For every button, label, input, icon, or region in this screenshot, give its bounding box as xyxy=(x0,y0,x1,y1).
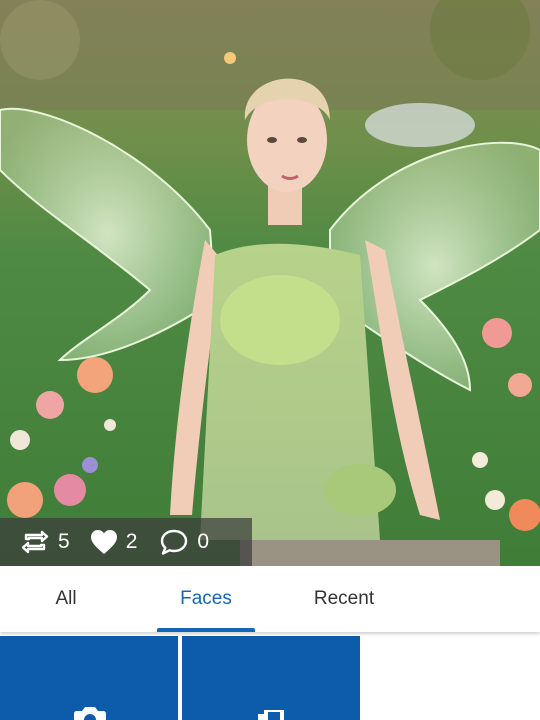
likes-stat[interactable]: 2 xyxy=(90,529,138,555)
filter-tabs: All Faces Recent xyxy=(0,566,540,632)
selected-tab-indicator xyxy=(157,628,255,632)
repost-stat[interactable]: 5 xyxy=(20,527,70,557)
repost-count: 5 xyxy=(58,530,70,553)
comments-count: 0 xyxy=(197,530,210,553)
likes-count: 2 xyxy=(125,530,138,553)
comment-icon xyxy=(161,529,188,555)
repost-icon xyxy=(21,530,49,554)
gallery-tile[interactable] xyxy=(182,636,360,720)
comments-stat[interactable]: 0 xyxy=(159,528,209,556)
tab-recent[interactable]: Recent xyxy=(290,566,398,632)
heart-icon xyxy=(90,530,117,554)
gallery-icon xyxy=(258,710,284,720)
hero-image[interactable]: 5 2 0 xyxy=(0,0,540,566)
engagement-stats-bar: 5 2 0 xyxy=(0,518,252,566)
camera-tile[interactable] xyxy=(0,636,178,720)
camera-icon xyxy=(74,707,106,720)
fairy-photo xyxy=(0,0,540,566)
tab-all[interactable]: All xyxy=(0,566,132,632)
tab-faces[interactable]: Faces xyxy=(156,566,256,632)
